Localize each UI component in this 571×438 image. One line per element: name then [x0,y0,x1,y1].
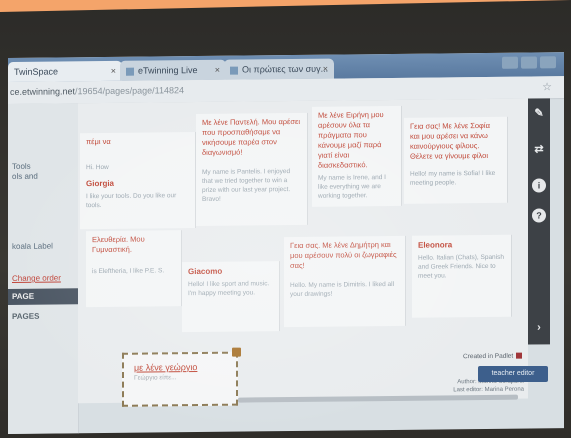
note-english-text: I like your tools. Do you like our tools… [86,192,177,210]
sidebar: Tools ols and koala Label Change order P… [8,103,79,434]
new-post-editor[interactable]: με λένε γεώργιο Γεώργιο είπε... [122,347,241,407]
post-text: με λένε γεώργιο [134,362,198,373]
wall-note[interactable]: Ελευθερία. Μου Γυμναστική. is Eleftheria… [86,230,182,308]
url-path: /19654/pages/page/114824 [75,85,184,97]
created-text: Created in Padlet [463,352,514,361]
note-author: Giorgia [86,178,115,189]
favicon-icon [230,66,238,75]
share-icon[interactable]: ⇄ [532,142,546,156]
chevron-right-icon[interactable]: › [532,320,546,334]
padlet-toolbar: ✎ ⇄ i ? › [528,98,550,345]
page-editor: Last editor: Marina Perona [453,386,524,394]
note-author: Giacomo [188,266,223,277]
tab-etwinning-live[interactable]: eTwinning Live × [120,59,226,81]
close-icon[interactable]: × [323,59,328,79]
note-english-text: is Eleftheria, I like P.E. S. [92,267,165,276]
url-text[interactable]: ce.etwinning.net/19654/pages/page/114824 [10,85,184,97]
padlet-wall[interactable]: πέμι να Hi. How Giorgia I like your tool… [78,98,528,407]
maximize-button[interactable] [521,56,537,69]
post-input[interactable]: με λένε γεώργιο [134,362,226,373]
note-greek-text: πέμι να [86,136,111,147]
note-greek-text: Ελευθερία. Μου Γυμναστική. [92,234,145,255]
wall-note[interactable]: πέμι να Hi. How Giorgia I like your tool… [80,132,196,230]
pencil-icon[interactable]: ✎ [532,106,546,120]
note-greek-text: Γεια σας. Με λένε Δημήτρη και μου αρέσου… [290,239,397,271]
tab-padlet[interactable]: Οι πρώτιες των συγ... × [224,58,334,80]
favicon-icon [126,67,134,76]
created-in-padlet[interactable]: Created in Padlet [463,352,523,361]
tab-label: TwinSpace [14,66,59,77]
url-host: ce.etwinning.net [10,86,76,97]
change-order-link[interactable]: Change order [12,273,61,283]
note-english-text: Hello! my name is Sofia! I like meeting … [410,169,496,187]
note-english-text: My name is Irene, and I like everything … [318,174,386,200]
note-greek-text: Γεια σας! Με λένε Σοφία και μου αρέσει ν… [410,120,490,161]
post-subtext: Γεώργιο είπε... [134,374,177,382]
note-english-text: Hi. How [86,163,109,172]
wall-note[interactable]: Γεια σας. Με λένε Δημήτρη και μου αρέσου… [284,235,406,328]
wall-note[interactable]: Με λένε Ειρήνη μου αρέσουν όλα τα πράγμα… [312,105,402,207]
close-icon[interactable]: × [215,60,220,80]
note-english-text: Hello. My name is Dimitris. I liked all … [290,280,395,299]
note-author: Eleonora [418,240,453,250]
window-controls [499,55,556,74]
wall-note[interactable]: Γεια σας! Με λένε Σοφία και μου αρέσει ν… [404,116,508,204]
horizontal-scrollbar[interactable] [238,394,518,403]
teacher-editor-button[interactable]: teacher editor [478,366,548,382]
tab-twinspace[interactable]: TwinSpace × [8,60,122,82]
minimize-button[interactable] [502,56,518,69]
close-window-button[interactable] [540,56,556,69]
tab-label: eTwinning Live [138,65,198,76]
bookmark-star-icon[interactable]: ☆ [542,80,552,93]
padlet-logo-icon [516,352,523,359]
wall-note[interactable]: Giacomo Hello! I like sport and music. I… [182,261,280,333]
note-english-text: Hello! I like sport and music. I'm happy… [188,280,270,298]
note-greek-text: Με λένε Παντελή. Μου αρέσει που προσπαθή… [202,116,301,157]
wall-note[interactable]: Με λένε Παντελή. Μου αρέσει που προσπαθή… [196,112,308,227]
wall-note[interactable]: Eleonora Hello. Italian (Chats), Spanish… [412,234,512,318]
drag-handle[interactable] [232,347,241,357]
note-english-text: Hello. Italian (Chats), Spanish and Gree… [418,253,504,280]
info-icon[interactable]: i [532,178,546,193]
sidebar-item-pages[interactable]: PAGES [12,312,39,321]
sidebar-item-tools-sub[interactable]: ols and [12,172,38,181]
sidebar-item-tools[interactable]: Tools [12,162,31,171]
sidebar-item-page[interactable]: PAGE [8,288,78,305]
note-greek-text: Με λένε Ειρήνη μου αρέσουν όλα τα πράγμα… [318,110,384,170]
sidebar-item-label[interactable]: koala Label [12,242,53,251]
close-icon[interactable]: × [111,61,116,81]
note-english-text: My name is Pantelis. I enjoyed that we t… [202,168,291,203]
help-icon[interactable]: ? [532,208,546,223]
tab-label: Οι πρώτιες των συγ... [242,63,329,75]
